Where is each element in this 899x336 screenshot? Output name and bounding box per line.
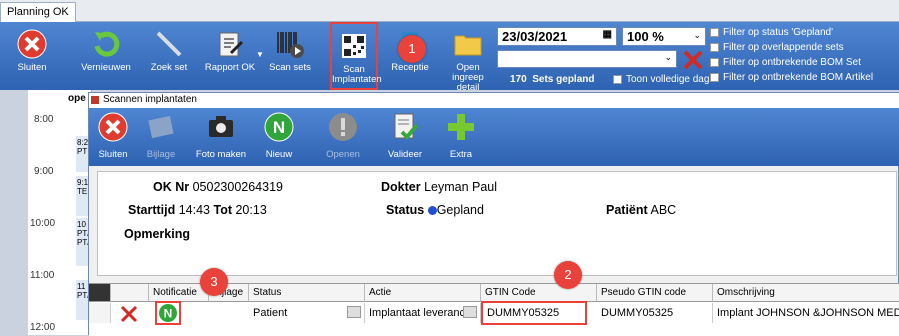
qr-code-icon (342, 34, 366, 58)
folder-icon (454, 35, 482, 56)
pseudo-gtin-cell[interactable]: DUMMY05325 (597, 303, 713, 323)
clear-filter-button[interactable] (682, 49, 704, 71)
extra-button[interactable]: Extra (439, 108, 483, 166)
grid-corner (89, 284, 111, 302)
svg-text:N: N (164, 307, 173, 321)
column-header-actie[interactable]: Actie (365, 284, 481, 302)
chevron-down-icon: ⌄ (664, 52, 672, 62)
column-header-status[interactable]: Status (249, 284, 365, 302)
zoom-select[interactable]: 100 % ⌄ (622, 27, 706, 46)
starttijd-field: Starttijd 14:43 Tot 20:13 (128, 203, 267, 217)
delete-row-button[interactable] (119, 305, 139, 323)
nieuw-button[interactable]: N Nieuw (257, 108, 301, 166)
report-icon (219, 32, 244, 57)
annotation-marker-1: 1 (398, 35, 426, 63)
column-header-pseudo-gtin[interactable]: Pseudo GTIN code (597, 284, 713, 302)
plus-icon (448, 114, 474, 140)
new-n-icon: N (264, 112, 294, 142)
filter-status-gepland[interactable]: Filter op status 'Gepland' (710, 27, 833, 38)
actie-cell[interactable]: Implantaat leveranc (365, 303, 481, 323)
close-icon (98, 112, 128, 142)
red-x-icon (120, 305, 138, 323)
wand-icon (156, 31, 182, 57)
chevron-down-icon: ⌄ (693, 30, 701, 40)
status-cell[interactable]: Patient (249, 303, 365, 323)
status-dot-icon (427, 206, 437, 215)
dialog-sluiten-button[interactable]: Sluiten (91, 108, 135, 166)
dialog-toolbar: Sluiten Bijlage Foto maken N Nieuw Opene… (89, 108, 899, 166)
sets-count-text: 170 Sets gepland (510, 74, 595, 85)
zoek-set-button[interactable]: Zoek set (146, 22, 192, 90)
date-picker[interactable]: 23/03/2021 ▦ (497, 27, 617, 46)
cell-button[interactable] (463, 306, 477, 318)
column-header-gtin[interactable]: GTIN Code (481, 284, 597, 302)
exclamation-icon (329, 113, 357, 141)
svg-text:N: N (273, 118, 285, 137)
calendar-icon[interactable]: ▦ (603, 29, 612, 40)
cell-button[interactable] (347, 306, 361, 318)
column-header-omschrijving[interactable]: Omschrijving (713, 284, 899, 302)
refresh-icon (94, 31, 120, 57)
scannen-implantaten-dialog: Scannen implantaten Sluiten Bijlage Foto… (88, 92, 899, 336)
attachment-icon (148, 115, 174, 139)
validate-icon (394, 113, 419, 140)
annotation-marker-3: 3 (200, 268, 228, 296)
checkbox[interactable] (613, 74, 622, 84)
scan-sets-button[interactable]: Scan sets (268, 22, 312, 90)
rapport-ok-button[interactable]: Rapport OK (200, 22, 260, 90)
calendar-header: ope (68, 93, 86, 104)
close-icon (17, 29, 47, 59)
sluiten-button[interactable]: Sluiten (14, 22, 50, 90)
tab-bar: Planning OK (0, 0, 899, 22)
annotation-marker-2: 2 (554, 261, 582, 289)
chevron-down-icon[interactable]: ▼ (256, 50, 264, 59)
ok-nr-field: OK Nr 0502300264319 (153, 180, 283, 194)
dialog-bijlage-button[interactable]: Bijlage (139, 108, 183, 166)
toon-volledige-dag-checkbox[interactable]: Toon volledige dag (613, 74, 709, 85)
red-x-icon (683, 50, 703, 70)
main-toolbar: Sluiten Vernieuwen Zoek set Rapport OK ▼… (0, 22, 899, 93)
omschrijving-cell[interactable]: Implant JOHNSON &JOHNSON MEDIC (713, 303, 899, 323)
gtin-cell[interactable]: DUMMY05325 (481, 301, 587, 325)
filter-combo[interactable]: ⌄ (497, 50, 677, 68)
opmerking-field: Opmerking (124, 227, 190, 241)
camera-icon (209, 116, 233, 137)
open-ingreep-detail-button[interactable]: Open ingreep detail (440, 22, 496, 93)
table-row[interactable]: N Patient Implantaat leveranc DUMMY05325… (89, 301, 899, 325)
hour-label: 12:00 (30, 322, 56, 333)
barcode-icon (277, 32, 304, 58)
ok-info-panel: OK Nr 0502300264319 Dokter Leyman Paul S… (97, 171, 897, 276)
filter-ontbrekende-bom-set[interactable]: Filter op ontbrekende BOM Set (710, 57, 861, 68)
calendar-column: ope 8:00 9:00 10:00 11:00 12:00 8:2 PT 9:… (28, 90, 92, 335)
patient-field: Patiënt ABC (606, 203, 677, 217)
dialog-title: Scannen implantaten (89, 93, 899, 108)
app-icon (91, 96, 99, 104)
filter-overlappende-sets[interactable]: Filter op overlappende sets (710, 42, 844, 53)
tab-planning-ok[interactable]: Planning OK (0, 2, 76, 22)
new-n-icon: N (159, 304, 177, 322)
valideer-button[interactable]: Valideer (383, 108, 427, 166)
dokter-field: Dokter Leyman Paul (381, 180, 498, 194)
vernieuwen-button[interactable]: Vernieuwen (78, 22, 134, 90)
notificatie-cell[interactable]: N (155, 301, 181, 325)
openen-button[interactable]: Openen (321, 108, 365, 166)
row-selector[interactable] (89, 303, 111, 323)
column-header-delete (111, 284, 149, 302)
filter-ontbrekende-bom-artikel[interactable]: Filter op ontbrekende BOM Artikel (710, 72, 873, 83)
foto-maken-button[interactable]: Foto maken (193, 108, 249, 166)
scan-implantaten-button[interactable]: Scan Implantaten (330, 22, 382, 90)
status-field: Status Gepland (386, 203, 484, 217)
